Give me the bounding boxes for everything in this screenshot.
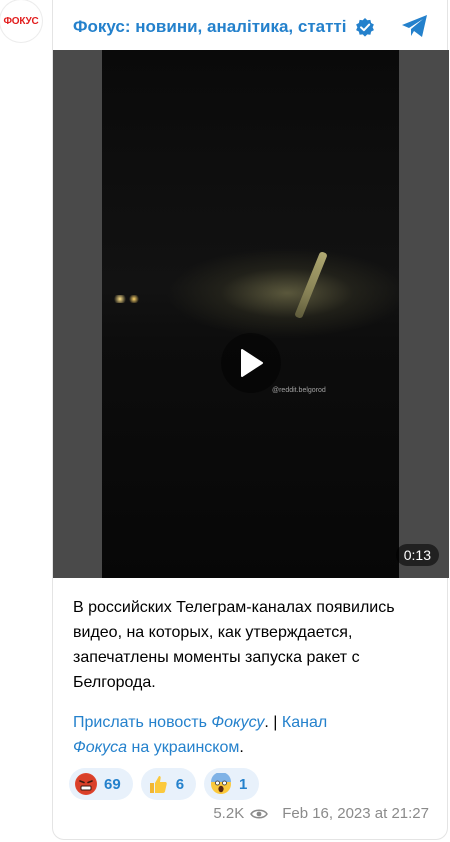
reactions-bar: 69 6 1 bbox=[69, 768, 260, 800]
screaming-face-icon bbox=[210, 773, 232, 795]
thumbs-up-icon bbox=[147, 773, 169, 795]
channel-avatar[interactable]: ФОКУС bbox=[0, 0, 42, 42]
reaction-count: 1 bbox=[239, 775, 248, 793]
post-text: В российских Телеграм-каналах появились … bbox=[73, 599, 395, 691]
link-separator: . | bbox=[264, 714, 282, 731]
video-duration: 0:13 bbox=[395, 544, 439, 566]
verified-check-icon bbox=[355, 18, 374, 37]
video-player[interactable]: @reddit.belgorod 0:13 bbox=[53, 50, 449, 578]
post-card: Фокус: новини, аналітика, статті @reddit… bbox=[52, 0, 449, 840]
link-end: . bbox=[239, 739, 244, 756]
city-lights bbox=[110, 295, 170, 303]
post-meta: 5.2K Feb 16, 2023 at 21:27 bbox=[213, 805, 429, 822]
video-watermark: @reddit.belgorod bbox=[272, 387, 326, 394]
play-icon bbox=[241, 349, 263, 377]
send-news-link[interactable]: Прислать новость Фокусу bbox=[73, 714, 264, 731]
reaction-count: 69 bbox=[104, 775, 121, 793]
rocket-trail bbox=[294, 251, 328, 319]
angry-face-icon bbox=[75, 773, 97, 795]
post-links: Прислать новость Фокусу. | Канал Фокуса н… bbox=[73, 710, 433, 760]
view-count: 5.2K bbox=[213, 805, 245, 822]
channel-title[interactable]: Фокус: новини, аналітика, статті bbox=[73, 17, 347, 37]
play-button[interactable] bbox=[221, 333, 281, 393]
post-date[interactable]: Feb 16, 2023 at 21:27 bbox=[282, 805, 429, 822]
eye-icon bbox=[250, 809, 269, 818]
telegram-share-icon[interactable] bbox=[399, 10, 431, 42]
avatar-label: ФОКУС bbox=[3, 15, 39, 27]
reaction-count: 6 bbox=[175, 775, 185, 793]
reaction-screaming[interactable]: 1 bbox=[204, 768, 260, 800]
reaction-thumbs-up[interactable]: 6 bbox=[140, 768, 197, 800]
reaction-angry[interactable]: 69 bbox=[69, 768, 133, 800]
post-header: Фокус: новини, аналітика, статті bbox=[73, 14, 437, 40]
video-frame: @reddit.belgorod bbox=[102, 50, 399, 578]
